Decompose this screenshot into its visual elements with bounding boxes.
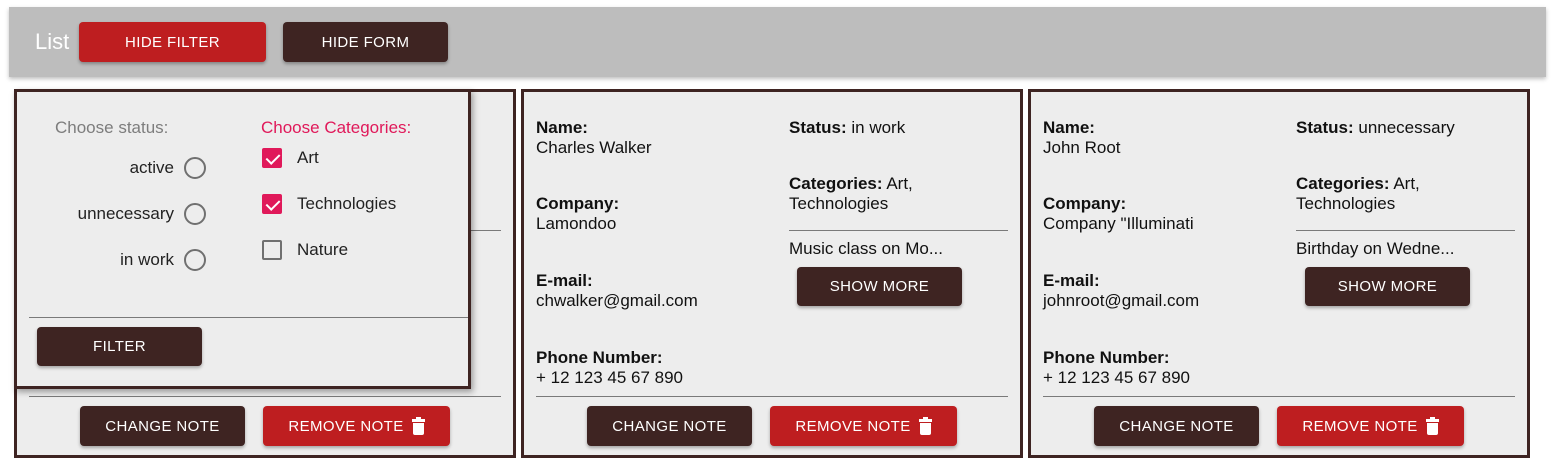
filter-button[interactable]: FILTER [37, 327, 202, 366]
remove-note-label: REMOVE NOTE [1302, 417, 1418, 435]
phone-value: + 12 123 45 67 890 [1043, 368, 1190, 387]
email-label: E-mail: [536, 271, 593, 290]
category-option-technologies[interactable]: Technologies [262, 194, 396, 214]
change-note-button[interactable]: CHANGE NOTE [1094, 406, 1259, 446]
phone-label: Phone Number: [536, 348, 663, 367]
trash-icon [918, 416, 932, 435]
top-toolbar: List HIDE FILTER HIDE FORM [9, 7, 1546, 77]
name-label: Name: [1043, 118, 1095, 137]
remove-note-button[interactable]: REMOVE NOTE [263, 406, 450, 446]
status-label: Status: [789, 118, 847, 137]
status-option-in-work[interactable]: in work [120, 249, 206, 271]
status-option-label: active [129, 158, 174, 177]
radio-button[interactable] [184, 203, 206, 225]
status-line: Status: in work [789, 118, 905, 138]
name-value: John Root [1043, 138, 1121, 157]
categories-label: Categories: [1296, 174, 1390, 193]
remove-note-label: REMOVE NOTE [795, 417, 911, 435]
page-title: List [35, 29, 70, 54]
change-note-button[interactable]: CHANGE NOTE [587, 406, 752, 446]
card-divider [789, 230, 1008, 231]
radio-button[interactable] [184, 157, 206, 179]
status-value: unnecessary [1358, 118, 1455, 137]
show-more-button[interactable]: SHOW MORE [1305, 267, 1470, 306]
email-value: johnroot@gmail.com [1043, 291, 1200, 310]
company-value: Lamondoo [536, 214, 617, 233]
remove-note-label: REMOVE NOTE [288, 417, 404, 435]
status-value: in work [851, 118, 906, 137]
category-option-nature[interactable]: Nature [262, 240, 348, 260]
trash-icon [411, 416, 425, 435]
company-value: Company "Illuminati [1043, 214, 1194, 233]
show-more-button[interactable]: SHOW MORE [797, 267, 962, 306]
status-option-unnecessary[interactable]: unnecessary [78, 203, 206, 225]
company-label: Company: [536, 194, 620, 213]
categories-value: Art, [1393, 174, 1420, 193]
card-divider [536, 396, 1008, 397]
categories-line: Categories: Art, Technologies [789, 174, 913, 214]
note-card-2: Name: Charles Walker Company: Lamondoo E… [521, 89, 1023, 458]
checkbox-checked[interactable] [262, 148, 282, 168]
categories-line: Categories: Art, Technologies [1296, 174, 1420, 214]
change-note-button[interactable]: CHANGE NOTE [80, 406, 245, 446]
name-label: Name: [536, 118, 588, 137]
hide-form-button[interactable]: HIDE FORM [283, 22, 448, 62]
categories-value: Art, [886, 174, 913, 193]
remove-note-button[interactable]: REMOVE NOTE [770, 406, 957, 446]
hide-filter-button[interactable]: HIDE FILTER [79, 22, 266, 62]
note-card-3: Name: John Root Company: Company "Illumi… [1028, 89, 1530, 458]
radio-button[interactable] [184, 249, 206, 271]
category-option-art[interactable]: Art [262, 148, 319, 168]
phone-value: + 12 123 45 67 890 [536, 368, 683, 387]
checkbox-checked[interactable] [262, 194, 282, 214]
card-divider [1043, 396, 1515, 397]
company-label: Company: [1043, 194, 1127, 213]
name-value: Charles Walker [536, 138, 652, 157]
note-description: Music class on Mo... [789, 239, 943, 258]
email-label: E-mail: [1043, 271, 1100, 290]
status-heading: Choose status: [55, 118, 169, 137]
trash-icon [1425, 416, 1439, 435]
status-label: Status: [1296, 118, 1354, 137]
categories-heading: Choose Categories: [261, 118, 412, 137]
status-option-active[interactable]: active [130, 157, 206, 179]
status-line: Status: unnecessary [1296, 118, 1455, 138]
status-option-label: in work [120, 250, 174, 269]
categories-value-cont: Technologies [789, 194, 889, 213]
note-description: Birthday on Wedne... [1296, 239, 1455, 258]
categories-label: Categories: [789, 174, 883, 193]
email-value: chwalker@gmail.com [536, 291, 698, 310]
category-option-label: Technologies [297, 194, 397, 213]
category-option-label: Art [297, 148, 319, 167]
categories-value-cont: Technologies [1296, 194, 1396, 213]
card-divider [29, 396, 501, 397]
status-option-label: unnecessary [77, 204, 174, 223]
remove-note-button[interactable]: REMOVE NOTE [1277, 406, 1464, 446]
checkbox-unchecked[interactable] [262, 240, 282, 260]
phone-label: Phone Number: [1043, 348, 1170, 367]
filter-panel: Choose status: Choose Categories: active… [14, 89, 471, 389]
category-option-label: Nature [297, 240, 349, 259]
filter-divider [29, 317, 468, 318]
card-divider [1296, 230, 1515, 231]
